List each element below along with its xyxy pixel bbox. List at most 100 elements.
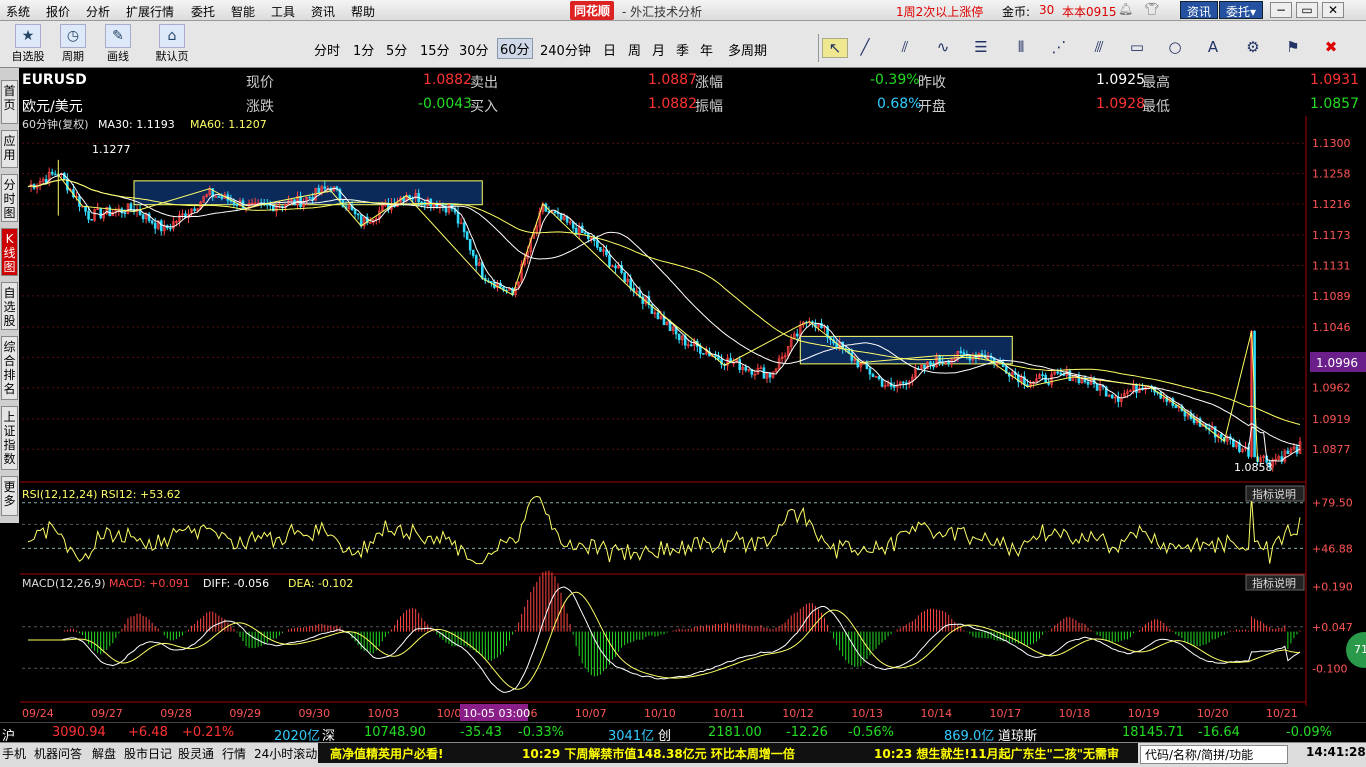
menu-extended[interactable]: 扩展行情 [126,3,174,20]
parallel-tool-icon[interactable]: ⫽ [892,38,918,56]
restore-button[interactable]: ▭ [1296,2,1318,18]
text-tool-icon[interactable]: A [1200,38,1226,56]
period-11[interactable]: 年 [700,40,713,59]
side-tab-0[interactable]: 首页 [1,80,18,124]
period-6[interactable]: 240分钟 [540,40,591,59]
label-zhangfu: 涨幅 [695,75,723,91]
side-tab-6[interactable]: 上证指数 [1,406,18,470]
close-button[interactable]: ✕ [1322,2,1344,18]
clock-icon: ◷ [60,24,86,48]
ticker-item-1[interactable]: 高净值精英用户必看! [330,745,443,762]
side-tab-3[interactable]: K线图 [1,228,18,276]
menu-tools[interactable]: 工具 [271,3,295,20]
value-zuidi: 1.0857 [1310,96,1359,112]
period-10[interactable]: 季 [676,40,689,59]
settings-icon[interactable]: ⚙ [1240,38,1266,56]
candle-body [668,321,672,331]
period-4[interactable]: 30分 [459,40,489,59]
menu-analysis[interactable]: 分析 [86,3,110,20]
label-maichu: 卖出 [470,75,498,91]
period-button[interactable]: ◷ 周期 [55,24,91,64]
current-price-value: 1.0996 [1316,356,1358,370]
bookmark-icon[interactable]: ⚑ [1280,38,1306,56]
rect-tool-icon[interactable]: ▭ [1124,38,1150,56]
minimize-button[interactable]: − [1270,2,1292,18]
bottom-diary[interactable]: 股市日记 [124,745,172,762]
index-status-bar: 沪 3090.94 +6.48 +0.21% 2020亿 深 10748.90 … [0,722,1366,744]
bars-tool-icon[interactable]: ⦀ [1008,38,1034,56]
ellipse-tool-icon[interactable]: ○ [1162,38,1188,56]
bottom-jiepan[interactable]: 解盘 [92,745,116,762]
menu-news[interactable]: 资讯 [311,3,335,20]
candle-body [141,214,145,220]
period-0[interactable]: 分时 [314,40,340,59]
app-title: - 外汇技术分析 [622,5,703,19]
candle-body [929,361,932,366]
trade-button[interactable]: 委托▾ [1219,1,1264,19]
value-kaipan: 1.0928 [1096,96,1145,112]
ticker-item-3[interactable]: 10:23 想生就生!11月起广东生"二孩"无需审 [874,745,1119,762]
fibonacci-icon[interactable]: ☰ [968,38,994,56]
menu-system[interactable]: 系统 [6,3,30,20]
period-5[interactable]: 60分 [497,38,533,59]
candle-body [308,196,311,199]
kline-chart[interactable]: 1.1300 1.1258 1.1216 1.1173 1.1131 1.1089 1.10… [20,116,1366,722]
period-12[interactable]: 多周期 [728,40,767,59]
toolbar: ★ 自选股 ◷ 周期 ✎ 画线 ⌂ 默认页 分时 1分 5分 15分 30分 60分 240分钟日周… [0,21,1366,68]
label-kaipan: 开盘 [918,99,946,115]
label-zuidi: 最低 [1142,99,1170,115]
ticker-item-2[interactable]: 10:29 下周解禁市值148.38亿元 环比本周增一倍 [522,745,795,762]
search-input[interactable]: 代码/名称/简拼/功能 [1140,745,1288,764]
side-tab-5[interactable]: 综合排名 [1,336,18,400]
period-9[interactable]: 月 [652,40,665,59]
home-icon: ⌂ [159,24,185,48]
side-tab-2[interactable]: 分时图 [1,174,18,222]
shirt-icon[interactable]: 👕︎ [1144,2,1159,16]
bottom-24h[interactable]: 24小时滚动 [254,745,317,762]
side-tab-7[interactable]: 更多 [1,476,18,516]
draw-button[interactable]: ✎ 画线 [100,24,136,64]
cursor-icon[interactable]: ↖ [822,38,848,58]
menu-trade[interactable]: 委托 [191,3,215,20]
news-button[interactable]: 资讯 [1180,1,1219,19]
bottom-hangqing[interactable]: 行情 [222,745,246,762]
price-tick: 1.1216 [1312,198,1351,211]
side-tab-4[interactable]: 自选股 [1,282,18,330]
menu-smart[interactable]: 智能 [231,3,255,20]
line-tool-icon[interactable]: ╱ [852,38,878,56]
period-8[interactable]: 周 [628,40,641,59]
period-2[interactable]: 5分 [386,40,407,59]
value-zhenfu: 0.68% [877,96,922,112]
candle-body [474,255,478,266]
bottom-phone[interactable]: 手机 [2,745,26,762]
menu-help[interactable]: 帮助 [351,3,375,20]
sh-value: 3090.94 [52,725,106,740]
side-tab-1[interactable]: 应用 [1,130,18,168]
label-zuigao: 最高 [1142,75,1170,91]
default-page-button[interactable]: ⌂ 默认页 [152,24,192,64]
period-1[interactable]: 1分 [353,40,374,59]
date-tick: 10/19 [1128,707,1160,720]
bottom-gulingtong[interactable]: 股灵通 [178,745,214,762]
menu-quote[interactable]: 报价 [46,3,70,20]
bottom-qa[interactable]: 机器问答 [34,745,82,762]
gann-tool-icon[interactable]: ⋰ [1046,38,1072,56]
zixuan-button[interactable]: ★ 自选股 [10,24,46,64]
diff-value: DIFF: -0.056 [203,577,269,590]
wave-tool-icon[interactable]: ∿ [930,38,956,56]
candle-body [583,232,587,235]
consolidation-box [799,335,1013,365]
account-name[interactable]: 本本0915 [1062,3,1117,20]
period-7[interactable]: 日 [603,40,616,59]
candle-body [795,333,799,337]
quote-panel: EURUSD 欧元/美元 现价 1.0882 卖出 1.0887 涨幅 -0.3… [20,70,1366,116]
bell-icon[interactable]: 🔔︎ [1118,2,1133,16]
candle-body [456,211,460,224]
channel-tool-icon[interactable]: ⫻ [1086,38,1112,56]
news-ticker[interactable]: 高净值精英用户必看! 10:29 下周解禁市值148.38亿元 环比本周增一倍 … [318,743,1138,763]
delete-icon[interactable]: ✖ [1318,38,1344,56]
candle-body [468,238,472,251]
candle-body [596,240,599,248]
promo-link[interactable]: 1周2次以上涨停 [896,3,983,20]
period-3[interactable]: 15分 [420,40,450,59]
